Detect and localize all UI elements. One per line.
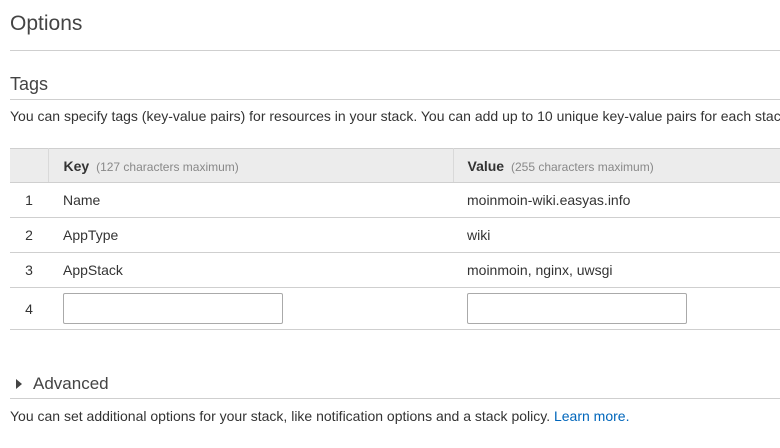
tag-key: AppStack xyxy=(48,252,453,288)
tags-section-title: Tags xyxy=(10,74,49,94)
row-number: 1 xyxy=(10,182,48,218)
advanced-toggle[interactable]: Advanced xyxy=(16,374,109,394)
row-number-header xyxy=(10,148,49,183)
tags-divider xyxy=(10,99,780,100)
value-column-header: Value (255 characters maximum) xyxy=(453,148,780,183)
advanced-description: You can set additional options for your … xyxy=(10,408,551,424)
tags-description: You can specify tags (key-value pairs) f… xyxy=(10,108,780,124)
tag-value: moinmoin-wiki.easyas.info xyxy=(453,182,780,218)
new-tag-value-cell xyxy=(453,287,780,330)
table-row: 2 AppType wiki xyxy=(10,217,780,253)
table-row: 3 AppStack moinmoin, nginx, uwsgi xyxy=(10,252,780,288)
advanced-section-title: Advanced xyxy=(33,374,109,393)
tags-table: Key (127 characters maximum) Value (255 … xyxy=(10,148,780,330)
caret-right-icon xyxy=(16,379,22,389)
key-header-label: Key xyxy=(63,157,90,174)
tag-key-input[interactable] xyxy=(63,293,283,324)
title-divider xyxy=(10,50,780,51)
learn-more-link[interactable]: Learn more. xyxy=(554,408,629,424)
row-number: 4 xyxy=(10,287,48,330)
tag-value: moinmoin, nginx, uwsgi xyxy=(453,252,780,288)
key-column-header: Key (127 characters maximum) xyxy=(48,148,454,183)
tag-key: Name xyxy=(48,182,453,218)
tag-value: wiki xyxy=(453,217,780,253)
key-header-hint: (127 characters maximum) xyxy=(96,159,239,174)
new-tag-row: 4 xyxy=(10,287,780,330)
row-number: 3 xyxy=(10,252,48,288)
advanced-description-line: You can set additional options for your … xyxy=(10,408,629,424)
value-header-label: Value xyxy=(467,157,505,174)
tags-table-header: Key (127 characters maximum) Value (255 … xyxy=(10,148,780,183)
advanced-divider xyxy=(10,398,780,399)
new-tag-key-cell xyxy=(48,287,453,330)
page-title: Options xyxy=(10,12,83,35)
row-number: 2 xyxy=(10,217,48,253)
table-row: 1 Name moinmoin-wiki.easyas.info xyxy=(10,182,780,218)
value-header-hint: (255 characters maximum) xyxy=(510,159,654,174)
tag-key: AppType xyxy=(48,217,453,253)
tag-value-input[interactable] xyxy=(467,293,687,324)
options-page: Options Tags You can specify tags (key-v… xyxy=(0,0,780,448)
